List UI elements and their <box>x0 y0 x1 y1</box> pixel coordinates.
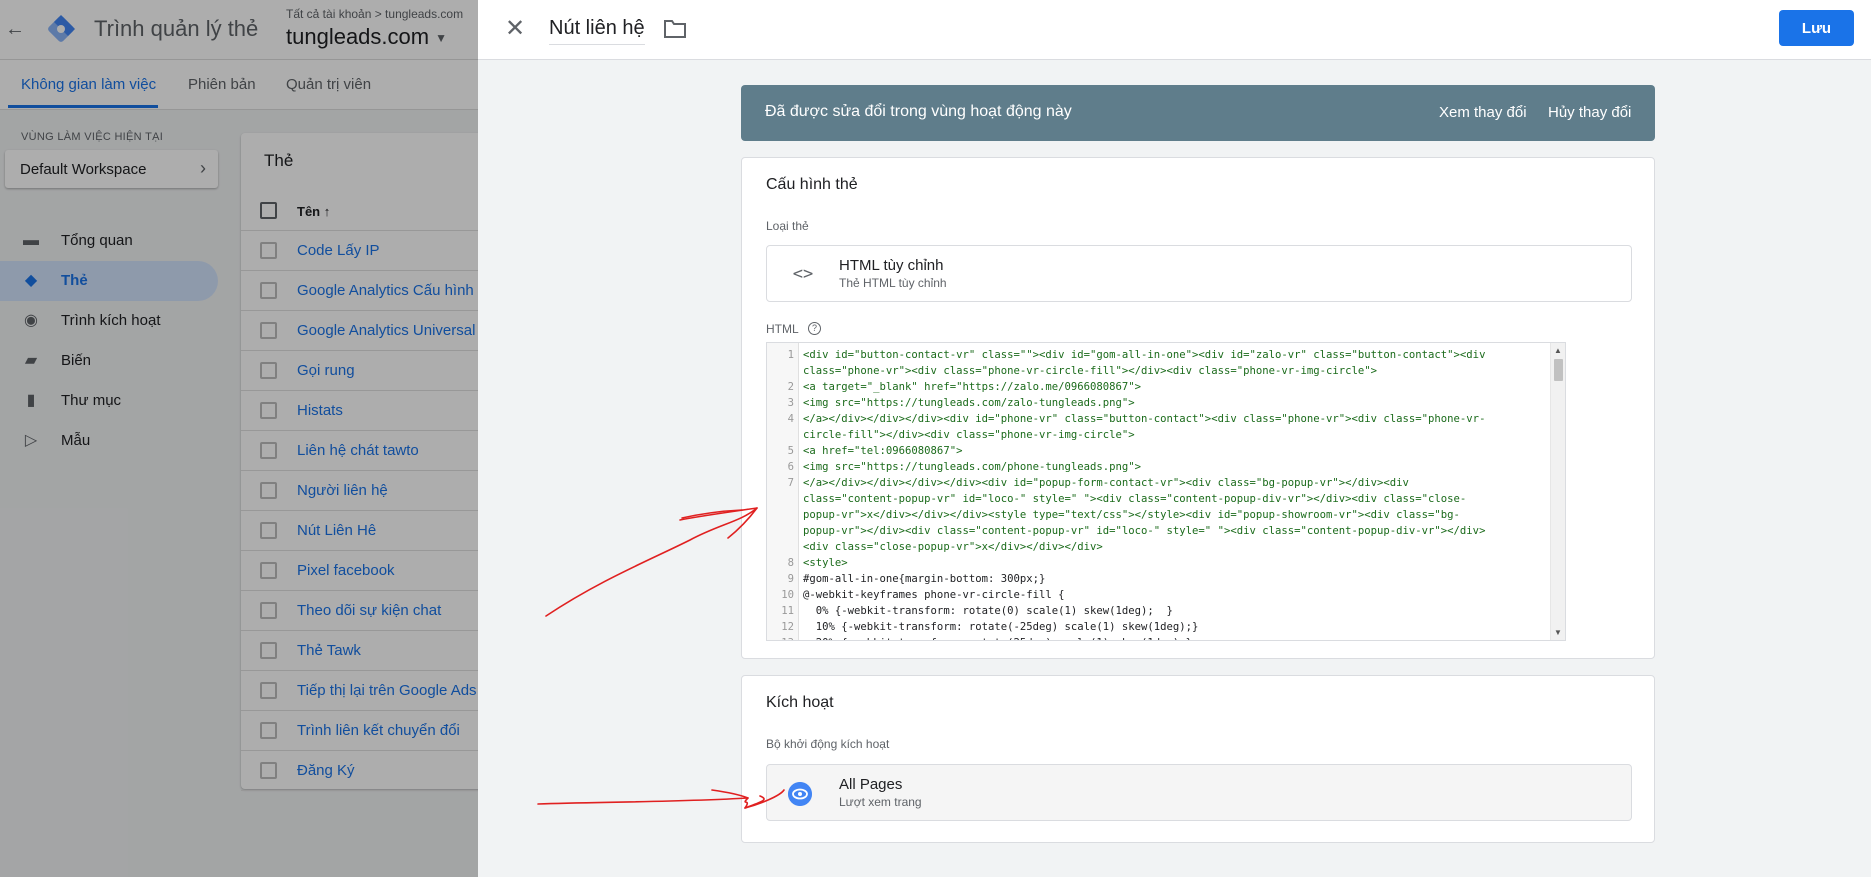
trigger-name: All Pages <box>839 776 903 793</box>
tag-editor-panel: ✕ Nút liên hệ Lưu Đã được sửa đổi trong … <box>478 0 1871 877</box>
code-line: class="phone-vr"><div class="phone-vr-ci… <box>767 363 1547 379</box>
code-text: class="content-popup-vr" id="loco-" styl… <box>803 493 1467 505</box>
modal-backdrop[interactable] <box>0 0 478 877</box>
tag-type-description: Thẻ HTML tùy chỉnh <box>839 276 947 290</box>
code-text: class="phone-vr"><div class="phone-vr-ci… <box>803 365 1378 377</box>
code-line: 9 #gom-all-in-one{margin-bottom: 300px;} <box>767 571 1547 587</box>
line-number: 1 <box>787 349 794 361</box>
code-line: 13 20% {-webkit-transform: rotate(25deg)… <box>767 635 1547 640</box>
card-title: Kích hoạt <box>766 694 834 711</box>
line-number: 3 <box>787 397 794 409</box>
code-text: circle-fill"></div><div class="phone-vr-… <box>803 429 1135 441</box>
tag-type-label: Loại thẻ <box>766 219 809 233</box>
view-changes-button[interactable]: Xem thay đổi <box>1439 104 1527 121</box>
line-number: 10 <box>781 589 794 601</box>
folder-icon[interactable] <box>663 18 687 40</box>
code-text: 20% {-webkit-transform: rotate(25deg) sc… <box>803 637 1192 640</box>
code-line: 2 <a target="_blank" href="https://zalo.m… <box>767 379 1547 395</box>
code-line: 4 </a></div></div></div><div id="phone-vr… <box>767 411 1547 427</box>
code-text: popup-vr"></div><div class="content-popu… <box>803 525 1486 537</box>
code-lines: 1 <div id="button-contact-vr" class=""><d… <box>767 347 1547 640</box>
code-text: 0% {-webkit-transform: rotate(0) scale(1… <box>803 605 1173 617</box>
code-line: <div class="close-popup-vr">x</div></div… <box>767 539 1547 555</box>
code-text: <div class="close-popup-vr">x</div></div… <box>803 541 1103 553</box>
code-text: <img src="https://tungleads.com/phone-tu… <box>803 461 1142 473</box>
modified-banner: Đã được sửa đổi trong vùng hoạt động này… <box>741 85 1655 141</box>
tag-name-field[interactable]: Nút liên hệ <box>549 17 645 45</box>
code-text: popup-vr">x</div></div></div><style type… <box>803 509 1460 521</box>
html-field-label: HTML <box>766 322 799 336</box>
code-text: 10% {-webkit-transform: rotate(-25deg) s… <box>803 621 1199 633</box>
line-number: 5 <box>787 445 794 457</box>
trigger-type: Lượt xem trang <box>839 795 922 809</box>
tag-type-name: HTML tùy chỉnh <box>839 257 944 274</box>
code-text: <div id="button-contact-vr" class=""><di… <box>803 349 1486 361</box>
code-line: 7 </a></div></div></div></div><div id="po… <box>767 475 1547 491</box>
code-text: @-webkit-keyframes phone-vr-circle-fill … <box>803 589 1065 601</box>
close-icon[interactable]: ✕ <box>500 14 530 44</box>
card-title: Cấu hình thẻ <box>766 176 858 193</box>
discard-changes-button[interactable]: Hủy thay đổi <box>1548 104 1631 121</box>
line-number: 13 <box>767 635 794 640</box>
code-line: popup-vr"></div><div class="content-popu… <box>767 523 1547 539</box>
line-number: 9 <box>787 573 794 585</box>
code-brackets-icon: <> <box>792 264 814 284</box>
code-text: </a></div></div></div><div id="phone-vr"… <box>803 413 1486 425</box>
trigger-item-all-pages[interactable]: All Pages Lượt xem trang <box>766 764 1632 821</box>
code-text: <img src="https://tungleads.com/zalo-tun… <box>803 397 1135 409</box>
code-line: popup-vr">x</div></div></div><style type… <box>767 507 1547 523</box>
html-code-editor[interactable]: 1 <div id="button-contact-vr" class=""><d… <box>766 342 1566 641</box>
panel-header: ✕ Nút liên hệ Lưu <box>478 0 1871 60</box>
tag-configuration-card: Cấu hình thẻ Loại thẻ <> HTML tùy chỉnh … <box>741 157 1655 659</box>
code-line: 10 @-webkit-keyframes phone-vr-circle-fil… <box>767 587 1547 603</box>
scroll-up-icon[interactable]: ▲ <box>1554 346 1562 355</box>
code-line: 1 <div id="button-contact-vr" class=""><d… <box>767 347 1547 363</box>
code-line: circle-fill"></div><div class="phone-vr-… <box>767 427 1547 443</box>
code-line: 5 <a href="tel:0966080867"> <box>767 443 1547 459</box>
line-number: 12 <box>781 621 794 633</box>
code-line: 3 <img src="https://tungleads.com/zalo-tu… <box>767 395 1547 411</box>
line-number: 11 <box>781 605 794 617</box>
code-text: <style> <box>803 557 848 569</box>
code-text: #gom-all-in-one{margin-bottom: 300px;} <box>803 573 1046 585</box>
line-number: 6 <box>787 461 794 473</box>
html-label-text: HTML <box>766 322 799 336</box>
scroll-thumb[interactable] <box>1554 359 1563 381</box>
code-text: </a></div></div></div></div><div id="pop… <box>803 477 1409 489</box>
line-number: 4 <box>787 413 794 425</box>
editor-scrollbar[interactable]: ▲ ▼ <box>1550 343 1565 640</box>
code-line: 11 0% {-webkit-transform: rotate(0) scal… <box>767 603 1547 619</box>
save-button[interactable]: Lưu <box>1779 10 1854 46</box>
line-number: 8 <box>787 557 794 569</box>
code-line: 12 10% {-webkit-transform: rotate(-25deg… <box>767 619 1547 635</box>
code-line: class="content-popup-vr" id="loco-" styl… <box>767 491 1547 507</box>
help-icon[interactable]: ? <box>808 322 821 335</box>
code-text: <a target="_blank" href="https://zalo.me… <box>803 381 1142 393</box>
code-line: 6 <img src="https://tungleads.com/phone-t… <box>767 459 1547 475</box>
firing-triggers-label: Bộ khởi động kích hoạt <box>766 737 890 751</box>
code-text: <a href="tel:0966080867"> <box>803 445 963 457</box>
eye-icon <box>788 782 812 806</box>
scroll-down-icon[interactable]: ▼ <box>1554 628 1562 637</box>
triggering-card: Kích hoạt Bộ khởi động kích hoạt All Pag… <box>741 675 1655 843</box>
line-number: 2 <box>787 381 794 393</box>
tag-type-selector[interactable]: <> HTML tùy chỉnh Thẻ HTML tùy chỉnh <box>766 245 1632 302</box>
line-number: 7 <box>787 477 794 489</box>
code-line: 8 <style> <box>767 555 1547 571</box>
banner-text: Đã được sửa đổi trong vùng hoạt động này <box>765 103 1072 120</box>
